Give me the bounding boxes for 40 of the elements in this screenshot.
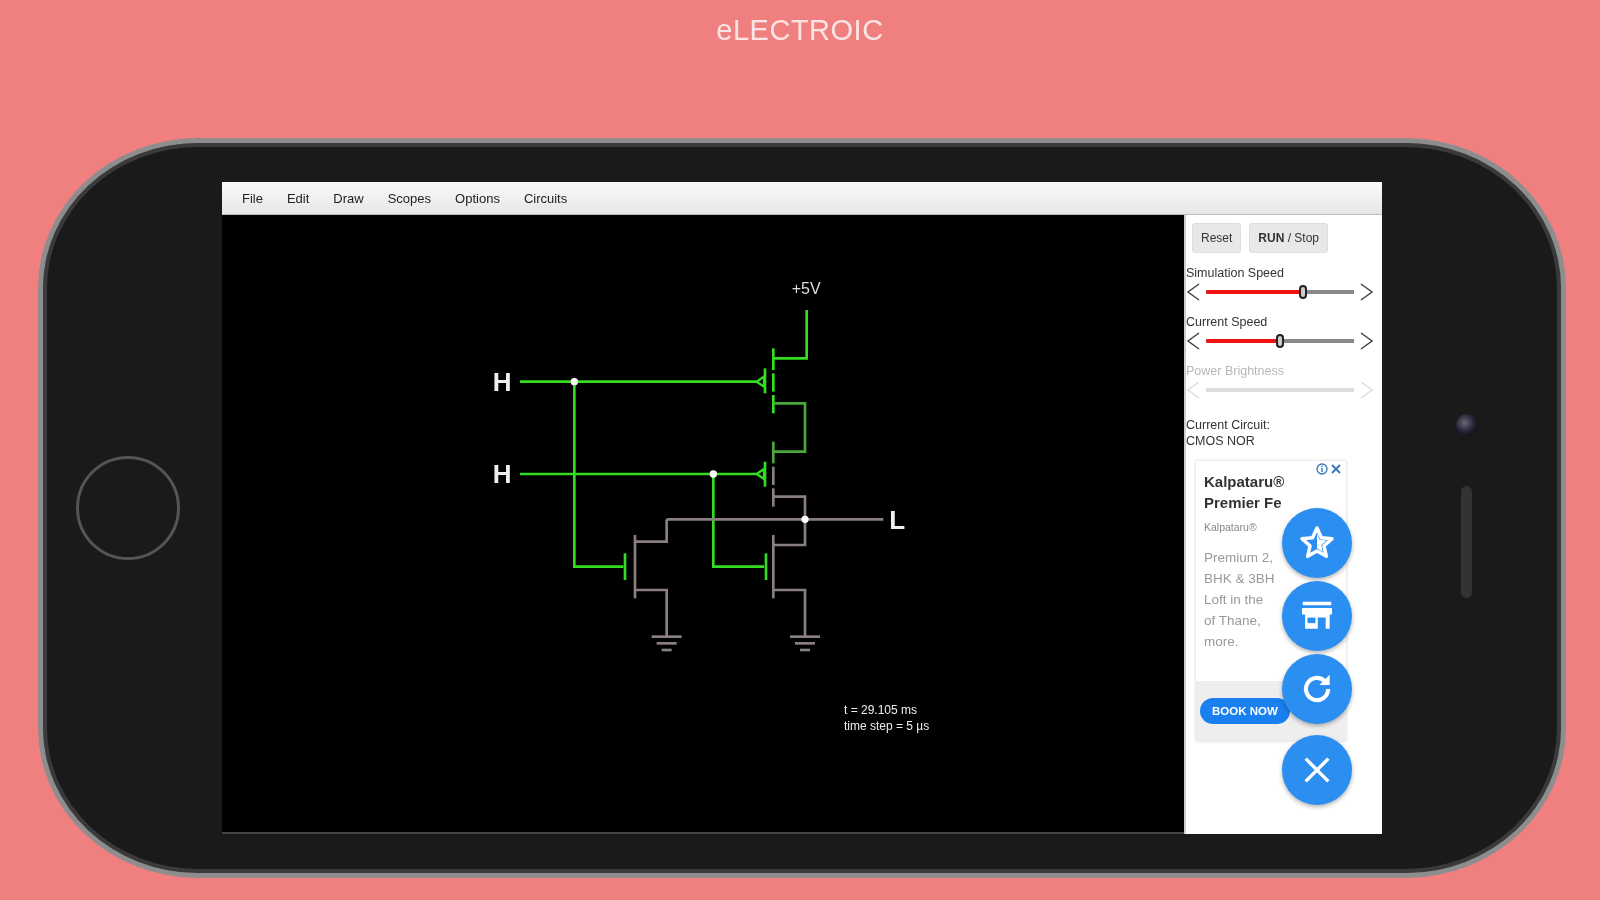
left-chevron-icon[interactable] xyxy=(1186,283,1200,301)
input-label: H xyxy=(492,366,512,397)
supply-label: +5V xyxy=(791,280,821,297)
slider-label: Simulation Speed xyxy=(1186,266,1285,282)
ad-text: Premium 2, xyxy=(1204,549,1274,567)
menu-item[interactable]: File xyxy=(230,187,275,209)
right-chevron-icon[interactable] xyxy=(1360,283,1374,301)
left-chevron-icon[interactable] xyxy=(1186,332,1200,350)
menu-item[interactable]: Circuits xyxy=(511,187,580,209)
page-title: eLECTROIC xyxy=(716,14,884,48)
output-label: L xyxy=(889,505,906,536)
slider-label: Current Speed xyxy=(1186,315,1269,331)
panel-button[interactable]: RUN / Stop xyxy=(1249,223,1329,253)
status-text: t = 29.105 ms xyxy=(844,703,919,717)
ad-advertiser: Kalpataru® xyxy=(1204,521,1258,533)
circuit-caption: Current Circuit: xyxy=(1186,417,1272,433)
close-icon[interactable] xyxy=(1330,463,1342,475)
ad-title[interactable]: Kalpataru® xyxy=(1204,471,1338,492)
ad-text: BHK & 3BH xyxy=(1204,570,1275,588)
slider-thumb[interactable] xyxy=(1298,285,1307,299)
status-text: time step = 5 µs xyxy=(844,719,930,733)
info-icon[interactable] xyxy=(1316,463,1328,475)
slider-thumb[interactable] xyxy=(1276,334,1285,348)
slider-label: Power Brightness xyxy=(1186,364,1285,380)
ad-text: of Thane, xyxy=(1204,612,1261,630)
camera-icon xyxy=(1455,413,1478,436)
book-now-button[interactable]: BOOK NOW xyxy=(1200,698,1290,724)
panel-button[interactable]: Reset xyxy=(1192,223,1242,253)
input-label: H xyxy=(492,459,512,489)
menu-item[interactable]: Edit xyxy=(274,187,322,209)
menu-item[interactable]: Options xyxy=(443,187,512,209)
menu-item[interactable]: Draw xyxy=(321,187,376,209)
close-fab-button[interactable] xyxy=(1282,735,1352,805)
ad-text: Loft in the xyxy=(1204,591,1264,609)
ad-text: more. xyxy=(1204,633,1239,651)
ad-title[interactable]: Premier Fe xyxy=(1204,492,1338,513)
home-button[interactable] xyxy=(75,456,180,560)
right-chevron-icon[interactable] xyxy=(1360,332,1374,350)
menu-item[interactable]: Scopes xyxy=(375,187,444,209)
circuit-name: CMOS NOR xyxy=(1186,433,1256,449)
